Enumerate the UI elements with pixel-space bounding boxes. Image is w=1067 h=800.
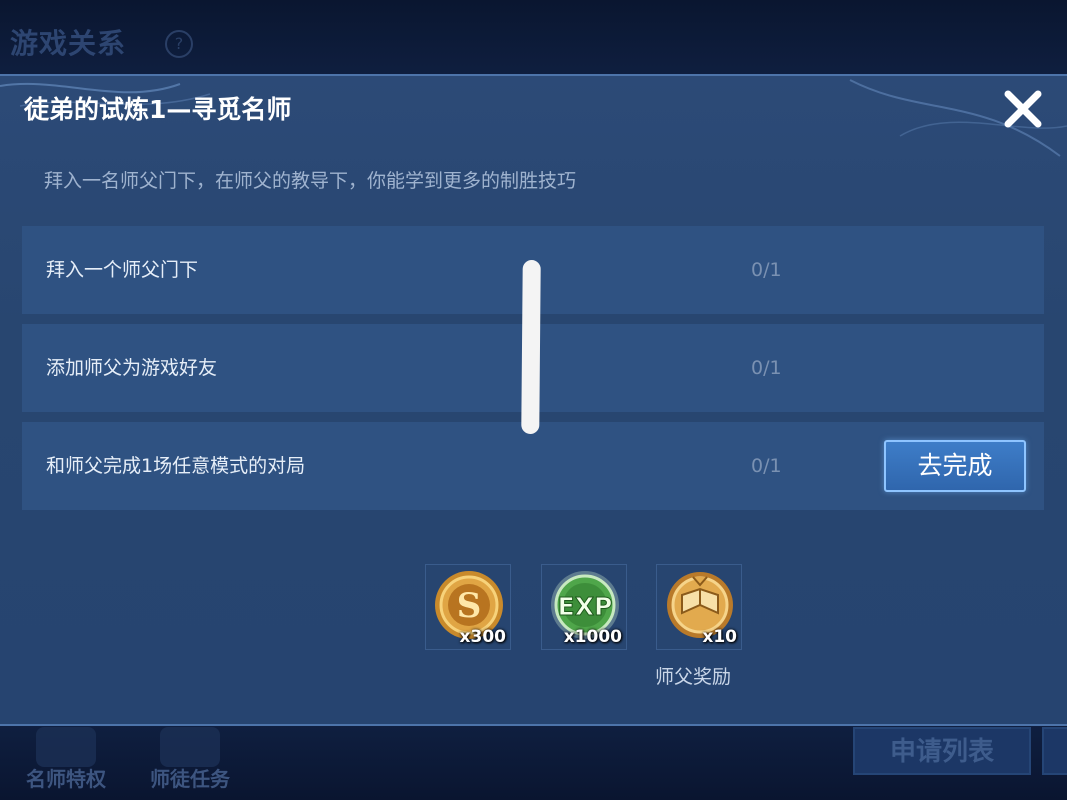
task-label: 和师父完成1场任意模式的对局	[46, 455, 306, 477]
task-label: 拜入一个师父门下	[46, 259, 199, 281]
apply-list-button[interactable]: 申请列表	[853, 727, 1031, 775]
svg-text:S: S	[457, 586, 482, 626]
background-button-edge	[1042, 727, 1067, 775]
scratch-mark	[521, 259, 541, 435]
background-header	[0, 0, 1067, 80]
reward-count: x10	[702, 627, 737, 647]
background-page-title: 游戏关系	[10, 27, 127, 60]
reward-book-medal[interactable]: x10	[656, 564, 742, 650]
task-progress: 0/1	[751, 259, 782, 281]
tab-label: 师徒任务	[150, 767, 230, 791]
svg-text:EXP: EXP	[558, 592, 613, 621]
mentor-reward-caption: 师父奖励	[655, 666, 732, 688]
tab-mentor-privilege[interactable]: 名师特权	[16, 727, 116, 797]
task-label: 添加师父为游戏好友	[46, 357, 218, 379]
reward-exp[interactable]: EXP x1000	[541, 564, 627, 650]
reward-gold-coin[interactable]: S x300	[425, 564, 511, 650]
close-icon	[1004, 90, 1042, 128]
tab-label: 名师特权	[26, 767, 106, 791]
help-icon[interactable]: ?	[165, 30, 193, 58]
close-button[interactable]	[1000, 86, 1046, 132]
go-complete-button[interactable]: 去完成	[884, 440, 1026, 492]
reward-count: x300	[459, 627, 506, 647]
dialog-title: 徒弟的试炼1—寻觅名师	[24, 95, 292, 124]
task-icon	[160, 727, 220, 767]
tab-mentor-tasks[interactable]: 师徒任务	[140, 727, 240, 797]
task-progress: 0/1	[751, 455, 782, 477]
task-row: 和师父完成1场任意模式的对局 0/1 去完成	[22, 422, 1044, 510]
badge-icon	[36, 727, 96, 767]
reward-count: x1000	[563, 627, 622, 647]
dialog-description: 拜入一名师父门下，在师父的教导下，你能学到更多的制胜技巧	[44, 170, 577, 192]
task-progress: 0/1	[751, 357, 782, 379]
